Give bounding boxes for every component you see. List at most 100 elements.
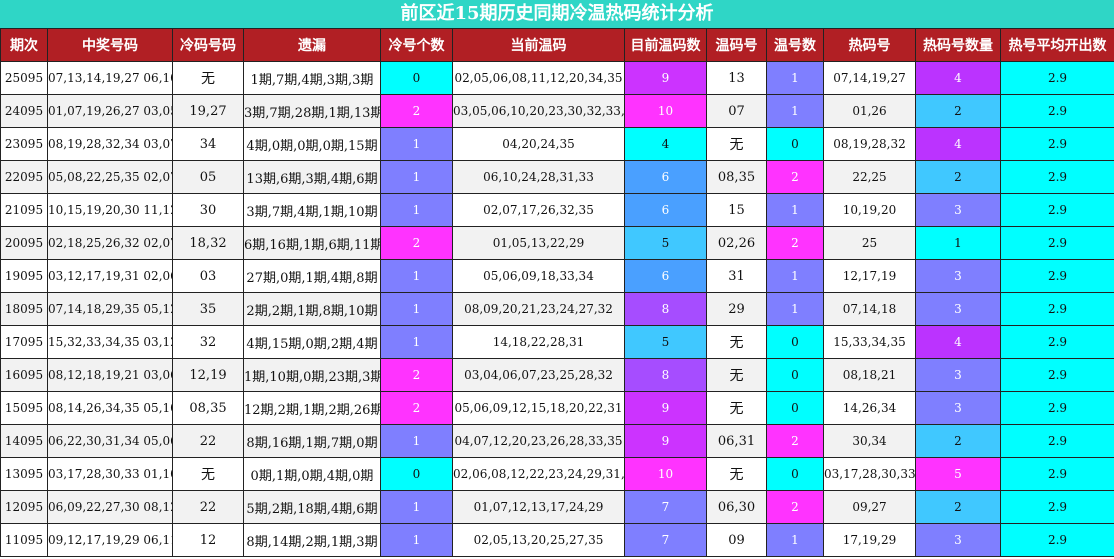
cell-hot-avg: 2.9 <box>1000 259 1114 293</box>
cell-numbers: 07,14,18,29,35 05,12 <box>47 292 173 326</box>
cell-warm-num-count: 1 <box>766 61 824 95</box>
cell-warm-num-count: 2 <box>766 160 824 194</box>
cell-missing: 0期,1期,0期,4期,0期 <box>243 457 381 491</box>
cell-warm-num-count: 0 <box>766 325 824 359</box>
cell-cold-count: 1 <box>380 424 453 458</box>
cell-cold: 22 <box>172 424 244 458</box>
cell-period: 12095 <box>0 490 48 524</box>
cell-warm-codes: 02,05,13,20,25,27,35 <box>452 523 625 557</box>
cell-cold: 35 <box>172 292 244 326</box>
cell-numbers: 07,13,14,19,27 06,10 <box>47 61 173 95</box>
cell-missing: 13期,6期,3期,4期,6期 <box>243 160 381 194</box>
cell-warm-codes: 05,06,09,18,33,34 <box>452 259 625 293</box>
cell-warm-nums: 06,30 <box>706 490 767 524</box>
cell-hot-count: 3 <box>915 358 1001 392</box>
cell-hot-avg: 2.9 <box>1000 94 1114 128</box>
cell-hot: 25 <box>823 226 916 260</box>
cell-warm-codes: 08,09,20,21,23,24,27,32 <box>452 292 625 326</box>
cell-warm-count: 10 <box>624 94 707 128</box>
cell-cold-count: 1 <box>380 523 453 557</box>
cell-warm-num-count: 1 <box>766 259 824 293</box>
cell-hot-avg: 2.9 <box>1000 193 1114 227</box>
table-row: 25095 07,13,14,19,27 06,10 无 1期,7期,4期,3期,3期… <box>0 61 1114 95</box>
cell-numbers: 03,17,28,30,33 01,10 <box>47 457 173 491</box>
cell-period: 14095 <box>0 424 48 458</box>
cell-period: 21095 <box>0 193 48 227</box>
table-row: 20095 02,18,25,26,32 02,07 18,32 6期,16期,1期,… <box>0 226 1114 260</box>
cell-missing: 5期,2期,18期,4期,6期 <box>243 490 381 524</box>
cell-hot-avg: 2.9 <box>1000 457 1114 491</box>
cell-cold-count: 0 <box>380 61 453 95</box>
cell-cold-count: 1 <box>380 259 453 293</box>
table-row: 11095 09,12,17,19,29 06,11 12 8期,14期,2期,1期,… <box>0 523 1114 557</box>
cell-hot-count: 3 <box>915 292 1001 326</box>
table-body: 25095 07,13,14,19,27 06,10 无 1期,7期,4期,3期,3期… <box>0 61 1114 557</box>
cell-hot: 08,19,28,32 <box>823 127 916 161</box>
cell-warm-nums: 无 <box>706 127 767 161</box>
cell-warm-count: 9 <box>624 424 707 458</box>
cell-missing: 8期,16期,1期,7期,0期 <box>243 424 381 458</box>
cell-warm-count: 7 <box>624 523 707 557</box>
cell-warm-num-count: 0 <box>766 391 824 425</box>
cell-hot: 30,34 <box>823 424 916 458</box>
cell-cold-count: 1 <box>380 193 453 227</box>
cell-warm-count: 10 <box>624 457 707 491</box>
cell-hot-count: 3 <box>915 523 1001 557</box>
cell-hot-count: 4 <box>915 325 1001 359</box>
header-missing: 遗漏 <box>243 28 381 62</box>
table-header-row: 期次 中奖号码 冷码号码 遗漏 冷号个数 当前温码 目前温码数 温码号 温号数 … <box>0 28 1114 62</box>
cell-warm-nums: 无 <box>706 457 767 491</box>
table-row: 14095 06,22,30,31,34 05,06 22 8期,16期,1期,7期,… <box>0 424 1114 458</box>
cell-hot-avg: 2.9 <box>1000 523 1114 557</box>
cell-numbers: 06,09,22,27,30 08,12 <box>47 490 173 524</box>
table-row: 19095 03,12,17,19,31 02,06 03 27期,0期,1期,4期,… <box>0 259 1114 293</box>
cell-missing: 3期,7期,28期,1期,13期 <box>243 94 381 128</box>
cell-period: 13095 <box>0 457 48 491</box>
cell-hot-avg: 2.9 <box>1000 391 1114 425</box>
cell-warm-nums: 06,31 <box>706 424 767 458</box>
cell-missing: 3期,7期,4期,1期,10期 <box>243 193 381 227</box>
cell-hot-count: 1 <box>915 226 1001 260</box>
cell-warm-codes: 03,05,06,10,20,23,30,32,33,34 <box>452 94 625 128</box>
header-cold-count: 冷号个数 <box>380 28 453 62</box>
table-row: 15095 08,14,26,34,35 05,10 08,35 12期,2期,1期,… <box>0 391 1114 425</box>
cell-cold-count: 2 <box>380 391 453 425</box>
cell-numbers: 10,15,19,20,30 11,12 <box>47 193 173 227</box>
cell-warm-num-count: 1 <box>766 292 824 326</box>
cell-hot: 08,18,21 <box>823 358 916 392</box>
cell-warm-count: 6 <box>624 259 707 293</box>
cell-warm-nums: 31 <box>706 259 767 293</box>
cell-hot-avg: 2.9 <box>1000 424 1114 458</box>
cell-cold: 无 <box>172 457 244 491</box>
cell-numbers: 03,12,17,19,31 02,06 <box>47 259 173 293</box>
cell-period: 11095 <box>0 523 48 557</box>
cell-hot: 22,25 <box>823 160 916 194</box>
header-warm-codes: 当前温码 <box>452 28 625 62</box>
cell-warm-codes: 03,04,06,07,23,25,28,32 <box>452 358 625 392</box>
cell-warm-count: 5 <box>624 226 707 260</box>
cell-numbers: 02,18,25,26,32 02,07 <box>47 226 173 260</box>
cell-cold: 32 <box>172 325 244 359</box>
cell-period: 22095 <box>0 160 48 194</box>
table-row: 12095 06,09,22,27,30 08,12 22 5期,2期,18期,4期,… <box>0 490 1114 524</box>
cell-warm-count: 4 <box>624 127 707 161</box>
cell-missing: 27期,0期,1期,4期,8期 <box>243 259 381 293</box>
cell-period: 24095 <box>0 94 48 128</box>
table-row: 22095 05,08,22,25,35 02,07 05 13期,6期,3期,4期,… <box>0 160 1114 194</box>
cell-period: 15095 <box>0 391 48 425</box>
cell-hot: 01,26 <box>823 94 916 128</box>
header-cold: 冷码号码 <box>172 28 244 62</box>
cell-hot-avg: 2.9 <box>1000 325 1114 359</box>
cell-hot-count: 5 <box>915 457 1001 491</box>
header-warm-count: 目前温码数 <box>624 28 707 62</box>
cell-cold: 19,27 <box>172 94 244 128</box>
cell-hot: 10,19,20 <box>823 193 916 227</box>
cell-warm-num-count: 2 <box>766 424 824 458</box>
cell-cold-count: 1 <box>380 127 453 161</box>
cell-hot-count: 2 <box>915 160 1001 194</box>
cell-warm-count: 6 <box>624 193 707 227</box>
cell-warm-nums: 08,35 <box>706 160 767 194</box>
cell-hot: 03,17,28,30,33 <box>823 457 916 491</box>
cell-warm-count: 6 <box>624 160 707 194</box>
cell-numbers: 08,14,26,34,35 05,10 <box>47 391 173 425</box>
